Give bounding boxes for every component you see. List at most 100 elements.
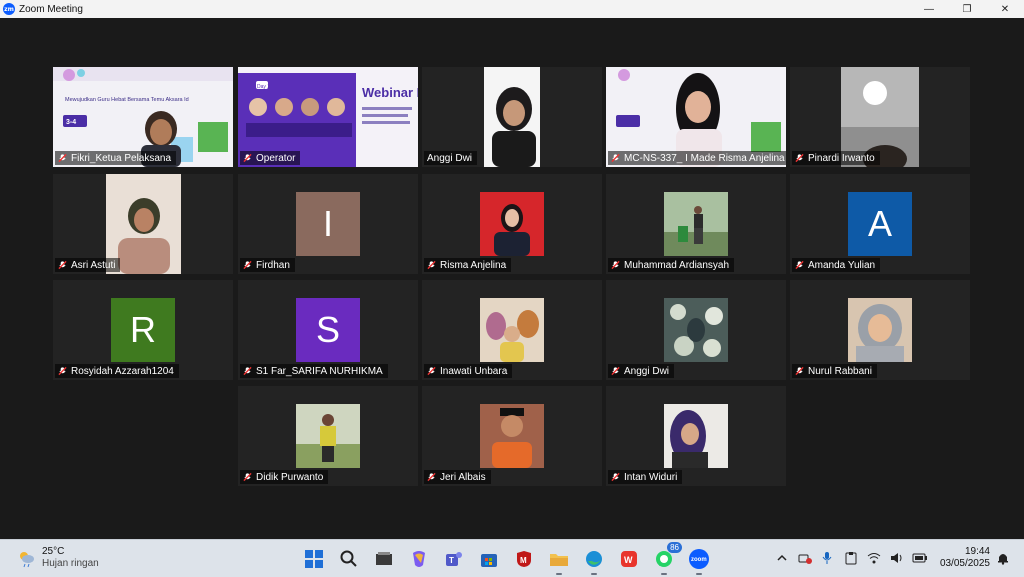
webinar-title: Webinar Nasional: [362, 85, 418, 100]
whatsapp-badge: 86: [667, 542, 682, 553]
participant-name-tag: Amanda Yulian: [792, 258, 881, 272]
profile-photo: [664, 404, 728, 468]
slide-headline: Mewujudkan Guru Hebat Bersama Temu Aksar…: [65, 97, 189, 103]
participant-name: Didik Purwanto: [256, 471, 324, 483]
camera-off-icon[interactable]: [795, 548, 815, 568]
window-title-bar: zm Zoom Meeting — ❐ ✕: [0, 0, 1024, 18]
avatar-initial: S: [296, 298, 360, 362]
folder-icon[interactable]: [545, 545, 573, 575]
restore-button[interactable]: ❐: [948, 0, 986, 18]
participant-tile[interactable]: Inawati Unbara: [422, 280, 602, 380]
minimize-button[interactable]: —: [910, 0, 948, 18]
participant-tile[interactable]: Risma Anjelina: [422, 174, 602, 274]
participant-name-tag: MC-NS-337_ I Made Risma Anjelina: [608, 151, 786, 165]
zoom-logo-icon: zm: [3, 3, 15, 15]
participant-name: Operator: [256, 152, 296, 164]
participant-tile[interactable]: A Amanda Yulian: [790, 174, 970, 274]
weather-widget[interactable]: 25°C Hujan ringan: [16, 546, 99, 570]
zoom-icon[interactable]: zoom: [685, 545, 713, 575]
windows-start-icon[interactable]: [300, 545, 328, 573]
wps-office-icon[interactable]: W: [615, 545, 643, 573]
avatar-initial: I: [296, 192, 360, 256]
whatsapp-icon[interactable]: 86: [650, 542, 682, 575]
battery-icon[interactable]: [910, 548, 930, 568]
participant-name-tag: Didik Purwanto: [240, 470, 329, 484]
participant-name: Firdhan: [256, 259, 290, 271]
mic-muted-icon: [611, 472, 620, 482]
participant-name-tag: Anggi Dwi: [424, 151, 478, 165]
avatar-initial: A: [848, 192, 912, 256]
participant-name-tag: Firdhan: [240, 258, 295, 272]
profile-photo: [848, 298, 912, 362]
participant-tile[interactable]: Nurul Rabbani: [790, 280, 970, 380]
participant-tile[interactable]: R Rosyidah Azzarah1204: [53, 280, 233, 380]
notification-bell-icon[interactable]: [996, 551, 1010, 565]
participant-tile[interactable]: Didik Purwanto: [238, 386, 418, 486]
taskbar: 25°C Hujan ringan T M W 86 zoom 19:44 03…: [0, 539, 1024, 577]
microsoft-store-icon[interactable]: [475, 545, 503, 573]
clipboard-icon[interactable]: [841, 548, 861, 568]
participant-tile[interactable]: Intan Widuri: [606, 386, 786, 486]
participant-name-tag: Fikri_Ketua Pelaksana: [55, 151, 177, 165]
window-title: Zoom Meeting: [19, 3, 83, 15]
mic-muted-icon: [243, 153, 252, 163]
edge-icon[interactable]: [580, 545, 608, 575]
participant-name-tag: Operator: [240, 151, 301, 165]
profile-photo: [664, 298, 728, 362]
profile-photo: [480, 298, 544, 362]
mic-muted-icon: [611, 366, 620, 376]
participant-tile[interactable]: Anggi Dwi: [422, 67, 602, 167]
participant-tile[interactable]: MC-NS-337_ I Made Risma Anjelina: [606, 67, 786, 167]
mic-muted-icon: [427, 366, 436, 376]
participant-tile[interactable]: S S1 Far_SARIFA NURHIKMA: [238, 280, 418, 380]
search-icon[interactable]: [335, 545, 363, 573]
participant-tile[interactable]: Muhammad Ardiansyah: [606, 174, 786, 274]
participant-name-tag: Asri Astuti: [55, 258, 121, 272]
participant-name-tag: Pinardi Irwanto: [792, 151, 880, 165]
participant-name-tag: S1 Far_SARIFA NURHIKMA: [240, 364, 388, 378]
mic-muted-icon: [58, 366, 67, 376]
participant-name-tag: Risma Anjelina: [424, 258, 512, 272]
participant-name: Jeri Albais: [440, 471, 486, 483]
clock-time: 19:44: [964, 546, 990, 557]
participant-tile[interactable]: Anggi Dwi: [606, 280, 786, 380]
participant-tile[interactable]: Mewujudkan Guru Hebat Bersama Temu Aksar…: [53, 67, 233, 167]
wifi-icon[interactable]: [864, 548, 884, 568]
participant-tile[interactable]: I Firdhan: [238, 174, 418, 274]
file-explorer-icon[interactable]: [370, 545, 398, 573]
clock[interactable]: 19:44 03/05/2025: [938, 546, 990, 570]
clock-date: 03/05/2025: [939, 558, 990, 569]
copilot-icon[interactable]: [405, 545, 433, 573]
participant-tile[interactable]: Asri Astuti: [53, 174, 233, 274]
close-button[interactable]: ✕: [986, 0, 1024, 18]
participant-name: Inawati Unbara: [440, 365, 508, 377]
participant-tile[interactable]: Pinardi Irwanto: [790, 67, 970, 167]
participant-tile[interactable]: Jeri Albais: [422, 386, 602, 486]
participant-name-tag: Intan Widuri: [608, 470, 683, 484]
profile-photo: [664, 192, 728, 256]
mic-muted-icon: [243, 260, 252, 270]
mic-muted-icon: [795, 366, 804, 376]
chevron-up-icon[interactable]: [772, 548, 792, 568]
mic-muted-icon: [427, 260, 436, 270]
participant-tile[interactable]: Day 1 Webinar Nasional Operator: [238, 67, 418, 167]
slide-day-label: Day 1: [257, 84, 270, 90]
teams-icon[interactable]: T: [440, 545, 468, 573]
mic-muted-icon: [611, 260, 620, 270]
avatar-initial: R: [111, 298, 175, 362]
weather-desc: Hujan ringan: [42, 558, 99, 569]
participant-name: Rosyidah Azzarah1204: [71, 365, 174, 377]
participant-name: Muhammad Ardiansyah: [624, 259, 730, 271]
participant-name: Amanda Yulian: [808, 259, 876, 271]
mic-muted-icon: [611, 153, 620, 163]
mcafee-icon[interactable]: M: [510, 545, 538, 573]
participant-name: Risma Anjelina: [440, 259, 507, 271]
slide-dates: 3-4: [66, 119, 76, 126]
speaker-icon[interactable]: [887, 548, 907, 568]
profile-photo: [480, 192, 544, 256]
participant-name: S1 Far_SARIFA NURHIKMA: [256, 365, 383, 377]
participant-name-tag: Nurul Rabbani: [792, 364, 877, 378]
participant-name-tag: Inawati Unbara: [424, 364, 513, 378]
microphone-icon[interactable]: [818, 548, 838, 568]
participant-name: Nurul Rabbani: [808, 365, 872, 377]
